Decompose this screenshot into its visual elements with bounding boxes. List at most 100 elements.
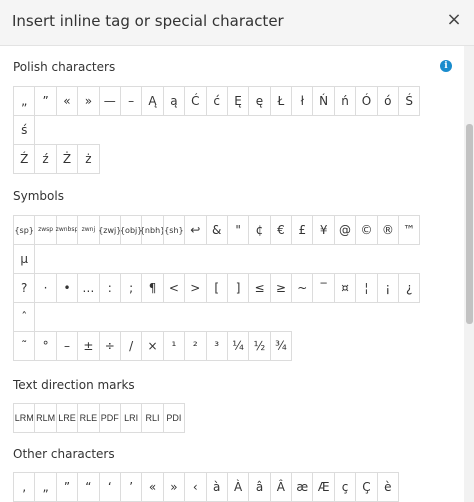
- char-button[interactable]: ł: [291, 86, 314, 116]
- char-button[interactable]: Ż: [55, 144, 79, 174]
- symbol-button[interactable]: ·: [34, 273, 57, 303]
- symbol-button[interactable]: °: [34, 331, 57, 361]
- char-button[interactable]: ś: [13, 115, 36, 145]
- char-button[interactable]: Ń: [312, 86, 335, 116]
- char-button[interactable]: Ł: [269, 86, 293, 116]
- symbol-button[interactable]: <: [162, 273, 186, 303]
- char-button[interactable]: Æ: [312, 472, 335, 502]
- symbol-button[interactable]: £: [291, 215, 314, 245]
- symbol-button[interactable]: ;: [119, 273, 143, 303]
- char-button[interactable]: Ź: [13, 144, 36, 174]
- char-button[interactable]: ”: [55, 472, 79, 502]
- scrollbar-thumb[interactable]: [466, 124, 473, 324]
- symbol-button[interactable]: zwnj: [77, 215, 100, 245]
- direction-mark-button[interactable]: RLM: [34, 403, 57, 433]
- char-button[interactable]: ń: [333, 86, 357, 116]
- direction-mark-button[interactable]: RLI: [141, 403, 164, 433]
- symbol-button[interactable]: ½: [248, 331, 271, 361]
- symbol-button[interactable]: :: [98, 273, 121, 303]
- char-button[interactable]: ’: [119, 472, 143, 502]
- symbol-button[interactable]: ¹: [162, 331, 186, 361]
- char-button[interactable]: ź: [34, 144, 57, 174]
- char-button[interactable]: è: [376, 472, 400, 502]
- symbol-button[interactable]: [: [205, 273, 228, 303]
- char-button[interactable]: „: [34, 472, 57, 502]
- symbol-button[interactable]: ˆ: [13, 302, 36, 332]
- symbol-button[interactable]: ©: [355, 215, 378, 245]
- char-button[interactable]: à: [205, 472, 228, 502]
- symbol-button[interactable]: ÷: [98, 331, 121, 361]
- symbol-button[interactable]: ≥: [269, 273, 293, 303]
- char-button[interactable]: â: [248, 472, 271, 502]
- char-button[interactable]: Ć: [184, 86, 207, 116]
- symbol-button[interactable]: ?: [13, 273, 36, 303]
- char-button[interactable]: ‹: [184, 472, 207, 502]
- char-button[interactable]: ę: [248, 86, 271, 116]
- symbol-button[interactable]: •: [55, 273, 79, 303]
- symbol-button[interactable]: ¤: [333, 273, 357, 303]
- symbol-button[interactable]: ×: [141, 331, 164, 361]
- symbol-button[interactable]: ¡: [376, 273, 400, 303]
- symbol-button[interactable]: ²: [184, 331, 207, 361]
- char-button[interactable]: Ó: [355, 86, 378, 116]
- symbol-button[interactable]: /: [119, 331, 143, 361]
- char-button[interactable]: Ą: [141, 86, 164, 116]
- char-button[interactable]: „: [13, 86, 36, 116]
- symbol-button[interactable]: ³: [205, 331, 228, 361]
- symbol-button[interactable]: @: [333, 215, 357, 245]
- char-button[interactable]: —: [98, 86, 121, 116]
- symbol-button[interactable]: ¦: [355, 273, 378, 303]
- symbol-button[interactable]: ®: [376, 215, 400, 245]
- symbol-button[interactable]: ]: [226, 273, 250, 303]
- symbol-button[interactable]: zwnbsp: [56, 215, 78, 245]
- symbol-button[interactable]: ¢: [248, 215, 271, 245]
- symbol-button[interactable]: ¶: [141, 273, 164, 303]
- info-icon[interactable]: i: [440, 60, 452, 72]
- char-button[interactable]: “: [77, 472, 100, 502]
- direction-mark-button[interactable]: RLE: [77, 403, 100, 433]
- char-button[interactable]: »: [162, 472, 186, 502]
- symbol-button[interactable]: &: [205, 215, 228, 245]
- char-button[interactable]: Ç: [355, 472, 378, 502]
- symbol-button[interactable]: ‾: [312, 273, 335, 303]
- char-button[interactable]: Â: [269, 472, 293, 502]
- symbol-button[interactable]: ": [226, 215, 250, 245]
- char-button[interactable]: À: [226, 472, 250, 502]
- char-button[interactable]: Ę: [226, 86, 250, 116]
- direction-mark-button[interactable]: PDI: [162, 403, 186, 433]
- direction-mark-button[interactable]: LRM: [13, 403, 36, 433]
- char-button[interactable]: »: [77, 86, 100, 116]
- symbol-button[interactable]: ˜: [13, 331, 36, 361]
- direction-mark-button[interactable]: PDF: [98, 403, 121, 433]
- char-button[interactable]: ‚: [13, 472, 36, 502]
- symbol-button[interactable]: {sh}: [162, 215, 186, 245]
- char-button[interactable]: ‘: [98, 472, 121, 502]
- symbol-button[interactable]: µ: [13, 244, 36, 274]
- symbol-button[interactable]: ¾: [269, 331, 293, 361]
- char-button[interactable]: ć: [205, 86, 228, 116]
- symbol-button[interactable]: {sp}: [13, 215, 36, 245]
- symbol-button[interactable]: ≤: [248, 273, 271, 303]
- char-button[interactable]: ó: [376, 86, 400, 116]
- char-button[interactable]: –: [119, 86, 143, 116]
- symbol-button[interactable]: …: [77, 273, 100, 303]
- symbol-button[interactable]: ↩: [184, 215, 207, 245]
- direction-mark-button[interactable]: LRI: [119, 403, 143, 433]
- symbol-button[interactable]: >: [184, 273, 207, 303]
- close-icon[interactable]: ×: [444, 10, 464, 30]
- char-button[interactable]: Ś: [398, 86, 421, 116]
- symbol-button[interactable]: ¥: [312, 215, 335, 245]
- char-button[interactable]: «: [55, 86, 79, 116]
- symbol-button[interactable]: {nbh}: [140, 215, 165, 245]
- symbol-button[interactable]: ±: [77, 331, 100, 361]
- char-button[interactable]: ç: [333, 472, 357, 502]
- char-button[interactable]: ż: [77, 144, 100, 174]
- char-button[interactable]: «: [141, 472, 164, 502]
- direction-mark-button[interactable]: LRE: [55, 403, 79, 433]
- symbol-button[interactable]: {zwj}: [98, 215, 121, 245]
- symbol-button[interactable]: –: [55, 331, 79, 361]
- symbol-button[interactable]: ¿: [398, 273, 421, 303]
- symbol-button[interactable]: €: [269, 215, 293, 245]
- char-button[interactable]: ”: [34, 86, 57, 116]
- char-button[interactable]: ą: [162, 86, 186, 116]
